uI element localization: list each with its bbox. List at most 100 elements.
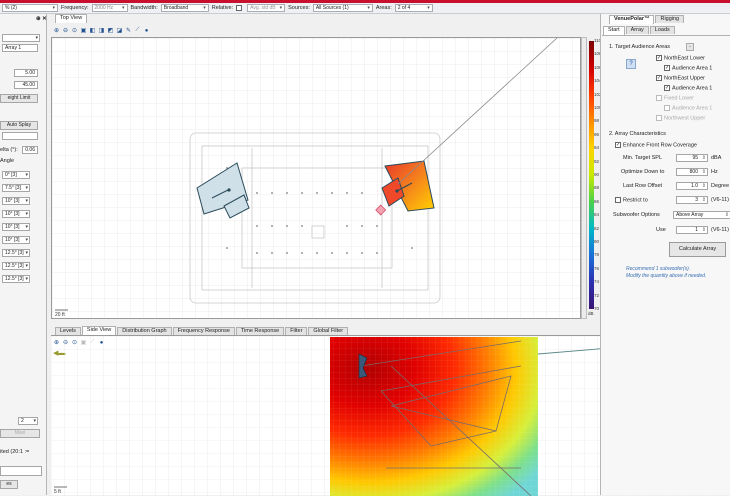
sources-value: All Sources (1): [315, 4, 349, 11]
view-front-icon[interactable]: ◨: [98, 27, 105, 34]
tab-start[interactable]: Start: [603, 26, 625, 35]
view-iso-icon[interactable]: ◪: [116, 27, 123, 34]
restrict-checkbox[interactable]: [615, 197, 621, 203]
areas-label: Areas:: [375, 5, 392, 11]
collapse-button[interactable]: -: [686, 43, 694, 51]
blank-field[interactable]: [2, 132, 38, 140]
tree-item[interactable]: Audience Area 1: [664, 105, 712, 112]
sources-label: Sources:: [288, 5, 310, 11]
tab-distribution-graph[interactable]: Distribution Graph: [117, 327, 172, 335]
view-3d-icon[interactable]: ◧: [89, 27, 96, 34]
tab-venuepolar[interactable]: VenuePolar™: [609, 15, 655, 24]
measure-icon[interactable]: ⟋: [134, 27, 141, 34]
sub-options-select[interactable]: Above Array: [673, 211, 730, 219]
tree-item-checkbox[interactable]: [664, 105, 670, 111]
tree-item-checkbox[interactable]: ✓: [664, 65, 670, 71]
top-view-plot[interactable]: 20 ft: [51, 37, 581, 319]
angle-select-3[interactable]: 10° [3]: [2, 197, 30, 205]
auto-splay-button[interactable]: Auto Splay: [0, 121, 38, 130]
model-dropdown[interactable]: [2, 34, 40, 42]
tab-array[interactable]: Array: [625, 26, 649, 34]
tree-item[interactable]: Northwest Upper: [656, 115, 705, 122]
bandwidth-dropdown[interactable]: Broadband ▾: [160, 4, 209, 12]
view-side-icon[interactable]: ◩: [107, 27, 114, 34]
tree-item-label: Audience Area 1: [672, 105, 713, 112]
angle-select-9[interactable]: 12.5° [3]: [2, 275, 30, 283]
tab-frequency-response[interactable]: Frequency Response: [172, 327, 235, 335]
frequency-dropdown[interactable]: 2000 Hz ▾: [91, 4, 128, 12]
restrict-row[interactable]: Restrict to: [615, 197, 648, 204]
microphone-icon[interactable]: ●: [143, 27, 150, 34]
blank-field-2[interactable]: [0, 466, 42, 476]
tab-global-filter[interactable]: Global Filter: [308, 327, 349, 335]
tab-filter[interactable]: Filter: [285, 327, 308, 335]
angle-select-4[interactable]: 10° [3]: [2, 210, 30, 218]
last-row-field[interactable]: 1.0: [676, 182, 708, 190]
angle-select-7[interactable]: 12.5° [3]: [2, 249, 30, 257]
angle-select-8[interactable]: 12.5° [3]: [2, 262, 30, 270]
top-view-toolbar: ⊕ ⊖ ⊙ ▣ ◧ ◨ ◩ ◪ ✎ ⟋ ●: [53, 27, 150, 34]
use-field[interactable]: 1: [676, 226, 708, 234]
zoom-in-icon[interactable]: ⊕: [53, 27, 60, 34]
last-row-unit: Degree: [711, 183, 730, 189]
value-field-2[interactable]: 45.00: [14, 81, 38, 89]
bottom-button[interactable]: es: [0, 480, 18, 489]
enhance-row[interactable]: ✓ Enhance Front Row Coverage: [615, 142, 697, 149]
tree-item[interactable]: ✓ Audience Area 1: [664, 85, 712, 92]
tab-time-response[interactable]: Time Response: [235, 327, 285, 335]
angle-select-5[interactable]: 10° [3]: [2, 223, 30, 231]
tab-side-view[interactable]: Side View: [81, 326, 117, 335]
areas-dropdown[interactable]: 2 of 4 ▾: [394, 4, 433, 12]
tree-item[interactable]: ✓ NorthEast Upper: [656, 75, 705, 82]
tab-loads[interactable]: Loads: [649, 26, 675, 34]
min-spl-field[interactable]: 95: [676, 154, 708, 162]
recommend-note: Recommend 1 subwoofer(s).: [626, 266, 691, 272]
first-dropdown[interactable]: % (2) ▾: [2, 4, 58, 12]
angle-select-2[interactable]: 7.5° [3]: [2, 184, 30, 192]
colorbar-tick-label: 86: [594, 198, 600, 204]
tree-item[interactable]: ✓ Audience Area 1: [664, 65, 712, 72]
value-field-1[interactable]: 5.00: [14, 69, 38, 77]
sources-dropdown[interactable]: All Sources (1) ▾: [312, 4, 373, 12]
tree-item[interactable]: ✓ NorthEast Lower: [656, 55, 705, 62]
restrict-field[interactable]: 3: [676, 196, 708, 204]
tree-item-label: Audience Area 1: [672, 65, 713, 72]
zoom-fit-icon[interactable]: ⊙: [71, 27, 78, 34]
relative-checkbox[interactable]: [236, 5, 243, 11]
tree-item-checkbox[interactable]: ✓: [664, 85, 670, 91]
angle-select-1[interactable]: 0° [3]: [2, 171, 30, 179]
select-icon[interactable]: ▣: [80, 27, 87, 34]
calculate-array-button[interactable]: Calculate Array: [669, 242, 726, 257]
top-view-tabbar: Top View: [51, 14, 599, 23]
enhance-checkbox[interactable]: ✓: [615, 142, 621, 148]
panel-pin-close-icon[interactable]: ⊕ ✕: [36, 15, 47, 23]
top-view-vscrollbar[interactable]: [581, 37, 587, 319]
tree-item[interactable]: Fixed Lower: [656, 95, 694, 102]
angle-select-6[interactable]: 10° [3]: [2, 236, 30, 244]
help-icon[interactable]: ?: [626, 59, 636, 69]
array-name-field[interactable]: Array 1: [2, 44, 38, 52]
delta-field[interactable]: 0.06: [22, 146, 38, 154]
count-select[interactable]: 2: [18, 417, 38, 425]
tree-item-checkbox[interactable]: ✓: [656, 75, 662, 81]
top-view-canvas: 20 ft: [52, 38, 580, 318]
restrict-unit: (V6-11): [711, 197, 729, 203]
avg-dropdown[interactable]: Avg. std dB ▾: [247, 4, 286, 12]
height-limit-button[interactable]: eight Limit: [0, 94, 38, 103]
colorbar-tick-label: 78: [594, 252, 600, 258]
first-dropdown-value: % (2): [5, 4, 17, 11]
zoom-out-icon[interactable]: ⊖: [62, 27, 69, 34]
optimize-field[interactable]: 800: [676, 168, 708, 176]
tree-item-checkbox[interactable]: [656, 95, 662, 101]
tree-item-checkbox[interactable]: ✓: [656, 55, 662, 61]
tree-item-checkbox[interactable]: [656, 115, 662, 121]
maximize-button[interactable]: Maxi: [0, 429, 40, 438]
use-unit: (V6-11): [711, 227, 729, 233]
tab-rigging[interactable]: Rigging: [655, 15, 685, 23]
areas-value: 2 of 4: [397, 4, 411, 11]
colorbar-tick-label: 96: [594, 131, 600, 137]
tab-levels[interactable]: Levels: [55, 327, 81, 335]
use-label: Use: [656, 227, 666, 233]
pen-icon[interactable]: ✎: [125, 27, 132, 34]
tab-top-view[interactable]: Top View: [55, 14, 88, 23]
